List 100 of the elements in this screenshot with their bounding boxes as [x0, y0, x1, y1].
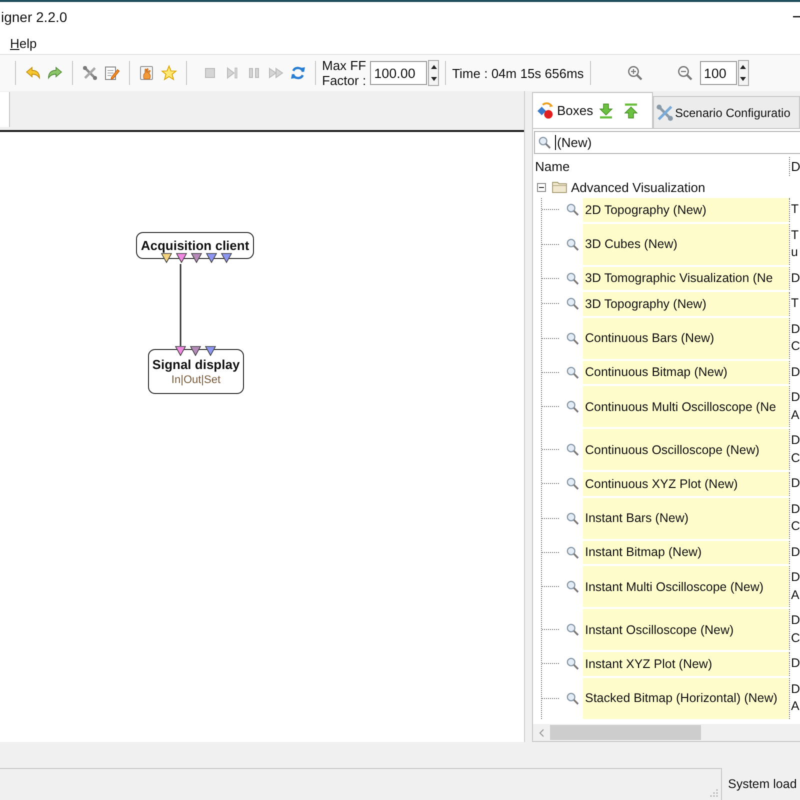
magnifier-icon — [566, 238, 579, 250]
tree-item[interactable]: Continuous Bitmap (New) — [583, 360, 789, 384]
description-cell: D A — [789, 566, 800, 607]
hand-icon — [139, 65, 155, 81]
refresh-icon — [290, 65, 306, 81]
tree-item[interactable]: Stacked Bitmap (Horizontal) (New) — [583, 678, 789, 718]
magnifier-icon — [566, 580, 579, 593]
input-port-icon[interactable] — [205, 346, 216, 356]
zoom-out-icon — [676, 65, 693, 81]
magnifier-icon — [566, 623, 579, 636]
step-forward-icon — [224, 65, 240, 81]
tree-item[interactable]: 2D Topography (New) — [583, 198, 789, 222]
description-cell: D A — [789, 678, 800, 718]
tree-item[interactable]: Instant Multi Oscilloscope (New) — [583, 566, 789, 607]
magnifier-icon — [566, 366, 579, 379]
minimize-icon[interactable] — [793, 16, 800, 18]
tree-folder[interactable]: Advanced Visualization — [571, 180, 706, 194]
output-port-icon[interactable] — [191, 253, 202, 263]
folder-icon — [552, 181, 567, 193]
description-cell: D C — [789, 498, 800, 538]
resize-grip-icon[interactable] — [710, 789, 718, 797]
description-cell: D — [789, 266, 800, 290]
shapes-icon — [537, 101, 556, 120]
description-cell: D — [789, 472, 800, 496]
magnifier-icon — [566, 512, 579, 524]
magnifier-icon — [566, 272, 579, 285]
description-cell: D — [789, 540, 800, 564]
chevron-left-icon — [539, 728, 544, 736]
description-cell: D C — [789, 429, 800, 470]
box-node[interactable]: Signal display In|Out|Set — [148, 349, 244, 394]
star-icon — [161, 65, 177, 81]
column-header[interactable]: Name — [533, 159, 789, 174]
tree-item[interactable]: Instant Oscilloscope (New) — [583, 609, 789, 650]
output-port-icon[interactable] — [161, 253, 172, 263]
up-arrow-icon[interactable] — [623, 102, 640, 118]
tree-item[interactable]: Instant Bitmap (New) — [583, 540, 789, 564]
column-header[interactable]: D — [789, 157, 800, 176]
fast-forward-icon — [268, 65, 284, 81]
search-icon — [538, 136, 551, 149]
redo-icon — [47, 65, 63, 81]
description-cell: D C — [789, 318, 800, 358]
description-cell: D A — [789, 386, 800, 427]
tree-item[interactable]: 3D Topography (New) — [583, 292, 789, 316]
tree-item[interactable]: Continuous XYZ Plot (New) — [583, 472, 789, 496]
magnifier-icon — [566, 400, 579, 413]
stop-icon — [202, 65, 218, 81]
down-triangle-icon — [430, 77, 437, 81]
input-port-icon[interactable] — [190, 346, 201, 356]
down-triangle-icon — [740, 77, 746, 81]
pause-icon — [246, 65, 262, 81]
output-port-icon[interactable] — [206, 253, 217, 263]
tree-item[interactable]: Continuous Bars (New) — [583, 318, 789, 358]
collapse-toggle-icon[interactable] — [537, 182, 546, 192]
window-title: igner 2.2.0 — [1, 9, 68, 25]
tree-item[interactable]: Instant XYZ Plot (New) — [583, 652, 789, 676]
description-cell: D — [789, 652, 800, 676]
magnifier-icon — [566, 657, 579, 670]
magnifier-icon — [566, 332, 579, 344]
down-arrow-icon[interactable] — [598, 102, 614, 118]
tree-item[interactable]: Continuous Oscilloscope (New) — [583, 429, 789, 470]
system-load-label: System load — [727, 776, 797, 793]
max-ff-factor-label: Max FF Factor : — [322, 58, 366, 88]
output-port-icon[interactable] — [176, 253, 187, 263]
magnifier-icon — [566, 546, 579, 559]
node-title: Signal display — [152, 356, 240, 373]
description-cell: D C — [789, 609, 800, 650]
search-field[interactable]: (New) — [534, 131, 800, 154]
up-triangle-icon — [740, 65, 746, 69]
magnifier-icon — [566, 443, 579, 456]
panel-tab[interactable]: Scenario Configuratio — [653, 96, 800, 128]
magnifier-icon — [566, 477, 579, 490]
undo-icon — [25, 65, 41, 81]
tools-icon — [656, 104, 674, 122]
max-ff-field[interactable]: 100.00 — [370, 61, 428, 85]
magnifier-icon — [566, 692, 579, 704]
zoom-field[interactable]: 100 — [700, 61, 737, 85]
up-triangle-icon — [430, 65, 437, 69]
panel-tab[interactable]: Boxes — [532, 92, 653, 128]
magnifier-icon — [566, 203, 579, 216]
tools-icon — [82, 65, 98, 81]
description-cell: D — [789, 360, 800, 384]
tree-item[interactable]: Continuous Multi Oscilloscope (Ne — [583, 386, 789, 427]
time-label: Time : 04m 15s 656ms — [452, 66, 584, 80]
description-cell: T — [789, 292, 800, 316]
scrollbar-thumb[interactable] — [550, 725, 701, 740]
node-status: In|Out|Set — [171, 373, 221, 387]
node-title: Acquisition client — [140, 237, 250, 254]
tree-item[interactable]: Instant Bars (New) — [583, 498, 789, 538]
horizontal-scrollbar[interactable] — [533, 724, 800, 741]
output-port-icon[interactable] — [221, 253, 232, 263]
description-cell: T u — [789, 224, 800, 264]
description-cell: T — [789, 198, 800, 222]
magnifier-icon — [566, 297, 579, 310]
input-port-icon[interactable] — [175, 346, 186, 356]
text-cursor-icon — [555, 135, 556, 150]
menu-item[interactable]: Help — [10, 36, 37, 50]
zoom-in-icon — [626, 65, 643, 81]
tree-item[interactable]: 3D Cubes (New) — [583, 224, 789, 264]
notepad-pencil-icon — [104, 65, 120, 81]
tree-item[interactable]: 3D Tomographic Visualization (Ne — [583, 266, 789, 290]
